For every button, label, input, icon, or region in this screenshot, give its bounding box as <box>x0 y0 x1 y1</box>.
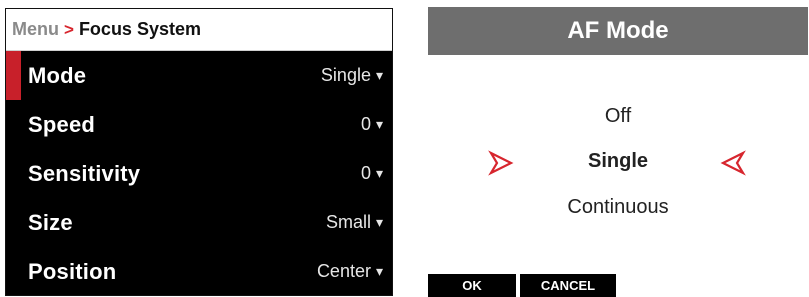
menu-item-value: 0 <box>360 114 371 134</box>
menu-item-size[interactable]: Size Small ▾ <box>6 198 392 247</box>
cancel-button[interactable]: CANCEL <box>520 274 616 297</box>
menu-item-value: 0 <box>360 163 371 183</box>
option-off[interactable]: Off <box>428 105 808 128</box>
softkey-bar: OK CANCEL <box>428 274 620 297</box>
menu-item-value-dropdown[interactable]: Small ▾ <box>326 212 383 233</box>
menu-item-sensitivity[interactable]: Sensitivity 0 ▾ <box>6 149 392 198</box>
screen: Menu > Focus System Mode Single ▾ Speed … <box>0 0 809 297</box>
menu-item-value: Single <box>320 65 371 85</box>
breadcrumb: Menu > Focus System <box>6 9 392 51</box>
af-mode-dialog: AF Mode Off Single Continuous OK CANCEL <box>428 7 808 297</box>
breadcrumb-separator-icon: > <box>64 19 74 39</box>
menu-item-value-dropdown[interactable]: 0 ▾ <box>361 163 383 184</box>
ok-button[interactable]: OK <box>428 274 516 297</box>
chevron-down-icon: ▾ <box>375 165 383 181</box>
option-continuous[interactable]: Continuous <box>428 196 808 219</box>
menu-item-label: Size <box>28 209 73 235</box>
chevron-down-icon: ▾ <box>375 263 383 279</box>
menu-item-position[interactable]: Position Center ▾ <box>6 247 392 295</box>
option-single[interactable]: Single <box>428 150 808 173</box>
menu-item-value-dropdown[interactable]: Single ▾ <box>321 65 383 86</box>
chevron-down-icon: ▾ <box>375 214 383 230</box>
menu-item-label: Sensitivity <box>28 160 141 186</box>
breadcrumb-current: Focus System <box>78 19 201 39</box>
menu-item-speed[interactable]: Speed 0 ▾ <box>6 100 392 149</box>
chevron-down-icon: ▾ <box>375 116 383 132</box>
breadcrumb-menu[interactable]: Menu <box>12 19 59 40</box>
menu-list: Mode Single ▾ Speed 0 ▾ Sensitivity 0 ▾ <box>6 51 392 295</box>
dialog-title: AF Mode <box>428 7 808 55</box>
menu-item-mode[interactable]: Mode Single ▾ <box>6 51 392 100</box>
menu-item-value-dropdown[interactable]: Center ▾ <box>317 261 383 282</box>
triangle-left-outline-icon <box>720 150 746 176</box>
chevron-down-icon: ▾ <box>375 67 383 83</box>
menu-item-value-dropdown[interactable]: 0 ▾ <box>361 114 383 135</box>
menu-item-value: Small <box>325 212 371 232</box>
menu-item-label: Position <box>28 258 117 284</box>
menu-item-label: Speed <box>28 111 96 137</box>
menu-item-label: Mode <box>28 62 87 88</box>
selection-indicator <box>6 51 21 100</box>
menu-item-value: Center <box>316 261 371 281</box>
triangle-right-outline-icon <box>488 150 514 176</box>
focus-system-menu-panel: Menu > Focus System Mode Single ▾ Speed … <box>5 8 393 296</box>
